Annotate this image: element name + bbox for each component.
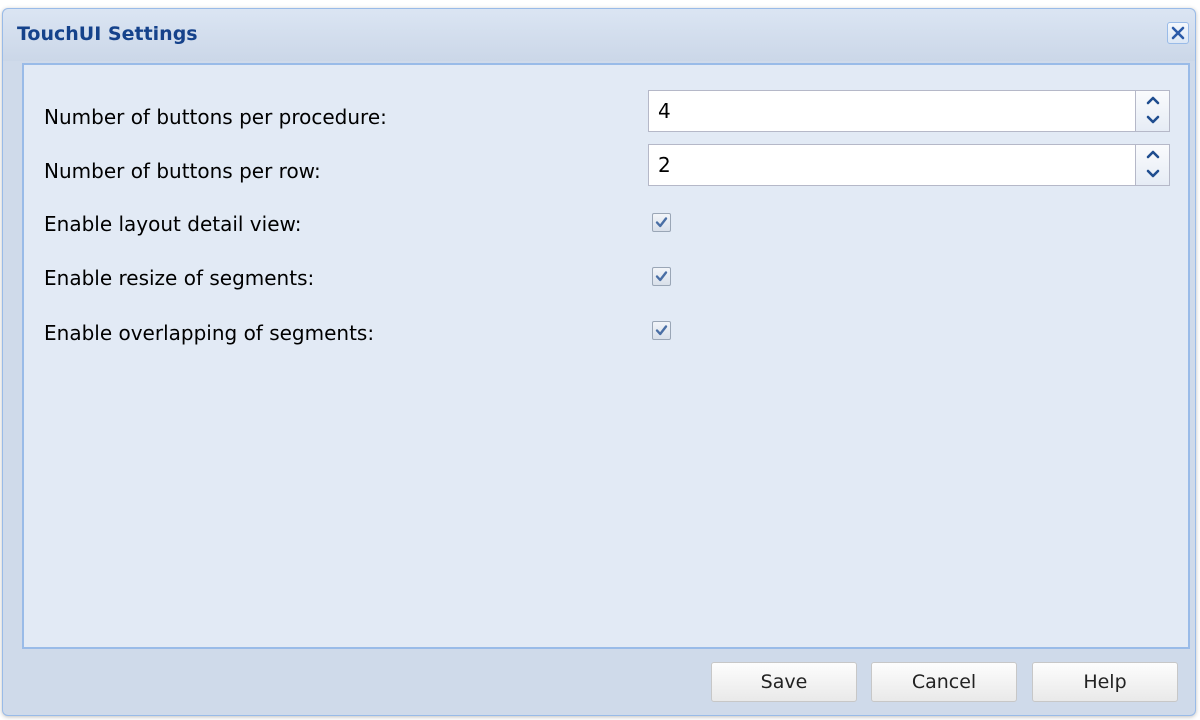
buttons-per-procedure-label: Number of buttons per procedure: (44, 105, 387, 129)
buttons-per-procedure-field (648, 90, 1170, 132)
layout-detail-view-label: Enable layout detail view: (44, 212, 302, 236)
overlapping-segments-checkbox[interactable] (652, 321, 671, 340)
chevron-down-icon (1136, 168, 1169, 180)
buttons-per-row-spinner (1135, 145, 1169, 185)
help-button[interactable]: Help (1032, 662, 1178, 702)
resize-segments-label: Enable resize of segments: (44, 266, 315, 290)
buttons-per-procedure-increment[interactable] (1136, 91, 1169, 111)
dialog-footer: Save Cancel Help (3, 651, 1195, 715)
buttons-per-row-input[interactable] (649, 145, 1137, 185)
close-icon (1168, 23, 1188, 43)
resize-segments-checkbox[interactable] (652, 267, 671, 286)
buttons-per-procedure-spinner (1135, 91, 1169, 131)
cancel-button[interactable]: Cancel (871, 662, 1017, 702)
checkmark-icon (653, 322, 670, 339)
buttons-per-procedure-decrement[interactable] (1136, 111, 1169, 131)
checkmark-icon (653, 214, 670, 231)
dialog-titlebar[interactable]: TouchUI Settings (3, 9, 1195, 61)
buttons-per-row-field (648, 144, 1170, 186)
overlapping-segments-label: Enable overlapping of segments: (44, 321, 375, 345)
chevron-up-icon (1136, 94, 1169, 106)
buttons-per-row-label: Number of buttons per row: (44, 159, 321, 183)
close-button[interactable] (1167, 22, 1189, 44)
dialog-title: TouchUI Settings (17, 23, 198, 45)
checkmark-icon (653, 268, 670, 285)
layout-detail-view-checkbox[interactable] (652, 213, 671, 232)
settings-form-panel: Number of buttons per procedure: Number … (22, 63, 1190, 649)
chevron-down-icon (1136, 114, 1169, 126)
buttons-per-procedure-input[interactable] (649, 91, 1137, 131)
buttons-per-row-decrement[interactable] (1136, 165, 1169, 185)
settings-dialog: TouchUI Settings Number of buttons per p… (2, 8, 1196, 716)
chevron-up-icon (1136, 148, 1169, 160)
buttons-per-row-increment[interactable] (1136, 145, 1169, 165)
save-button[interactable]: Save (711, 662, 857, 702)
